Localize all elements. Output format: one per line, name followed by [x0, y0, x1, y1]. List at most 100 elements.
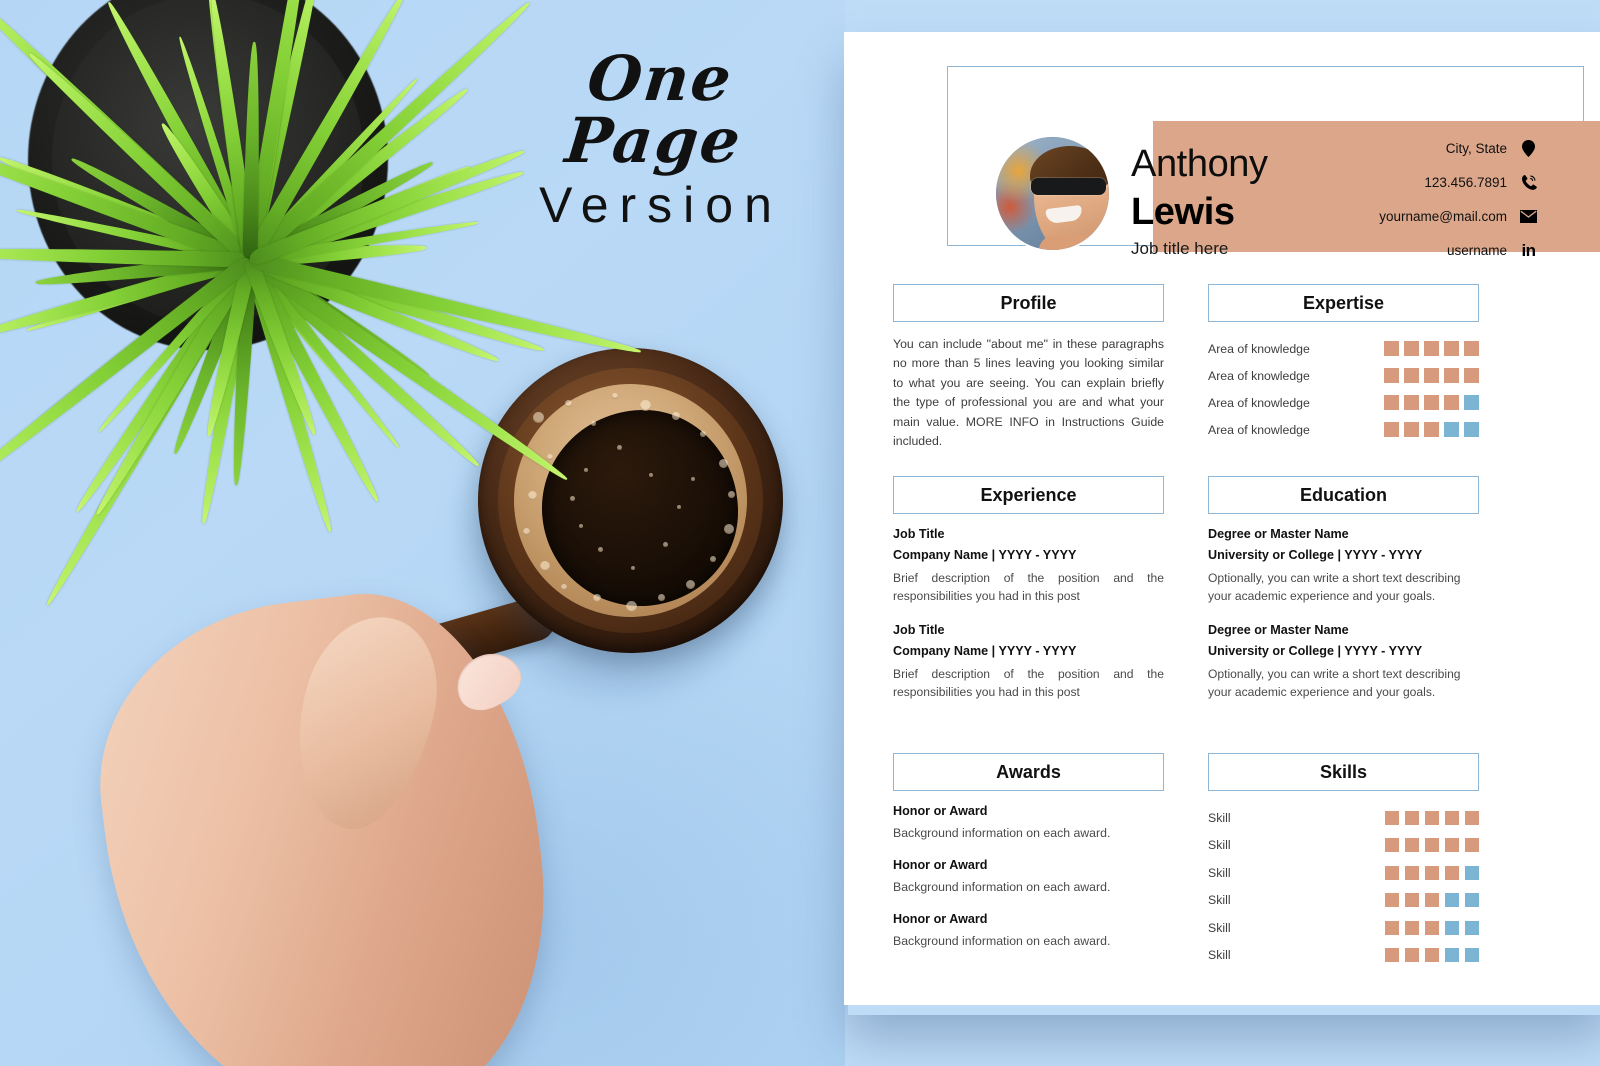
rating-box-filled: [1385, 838, 1399, 853]
rating-box-filled: [1384, 422, 1399, 437]
promo-title-line2: Version: [539, 177, 783, 233]
section-expertise: Expertise Area of knowledge Area of knowl…: [1208, 284, 1479, 443]
rating-box-filled: [1424, 341, 1439, 356]
rating-box-filled: [1444, 341, 1459, 356]
resume-page: Anthony Lewis Job title here City, State…: [844, 32, 1600, 1005]
experience-description: Brief description of the position and th…: [893, 571, 1164, 604]
rating-boxes: [1384, 341, 1479, 356]
contact-email[interactable]: yourname@mail.com: [1237, 199, 1537, 233]
skill-row: Skill: [1208, 887, 1479, 915]
award-title: Honor or Award: [893, 858, 988, 872]
rating-box-empty: [1465, 948, 1479, 963]
award-entry: Honor or Award Background information on…: [893, 858, 1164, 894]
education-description: Optionally, you can write a short text d…: [1208, 571, 1461, 604]
rating-box-empty: [1444, 422, 1459, 437]
expertise-label: Area of knowledge: [1208, 368, 1310, 383]
rating-box-empty: [1464, 395, 1479, 410]
linkedin-icon: in: [1521, 240, 1536, 260]
rating-box-filled: [1445, 865, 1459, 880]
promo-title-line1: One Page: [561, 42, 746, 177]
expertise-heading: Expertise: [1208, 284, 1479, 322]
experience-title: Job Title: [893, 527, 945, 541]
rating-boxes: [1385, 810, 1479, 825]
phone-icon: [1520, 174, 1537, 190]
expertise-row: Area of knowledge: [1208, 335, 1479, 362]
experience-entry: Job Title Company Name | YYYY - YYYY Bri…: [893, 527, 1164, 605]
rating-box-filled: [1465, 810, 1479, 825]
expertise-row: Area of knowledge: [1208, 389, 1479, 416]
rating-box-filled: [1405, 810, 1419, 825]
rating-box-filled: [1444, 395, 1459, 410]
rating-box-filled: [1425, 920, 1439, 935]
contact-phone[interactable]: 123.456.7891: [1237, 165, 1537, 199]
coffee-bubble: [532, 411, 544, 423]
coffee-bubble: [527, 491, 537, 501]
rating-box-filled: [1424, 395, 1439, 410]
contact-linkedin[interactable]: username in: [1237, 233, 1537, 267]
coffee-bubble: [616, 444, 622, 450]
coffee-bubble: [611, 393, 618, 400]
section-education: Education Degree or Master Name Universi…: [1208, 476, 1479, 702]
rating-boxes: [1384, 422, 1479, 437]
rating-box-filled: [1404, 368, 1419, 383]
rating-box-filled: [1404, 395, 1419, 410]
contact-phone-text: 123.456.7891: [1424, 174, 1507, 190]
rating-box-empty: [1445, 948, 1459, 963]
skill-label: Skill: [1208, 893, 1231, 908]
skill-row: Skill: [1208, 804, 1479, 832]
profile-heading: Profile: [893, 284, 1164, 322]
skill-row: Skill: [1208, 942, 1479, 970]
coffee-bubble: [625, 600, 637, 612]
rating-box-empty: [1464, 422, 1479, 437]
rating-box-empty: [1465, 893, 1479, 908]
last-name: Lewis: [1131, 191, 1235, 233]
experience-entry: Job Title Company Name | YYYY - YYYY Bri…: [893, 623, 1164, 701]
job-title: Job title here: [1131, 239, 1229, 258]
coffee-bubble: [723, 523, 734, 534]
rating-box-filled: [1425, 810, 1439, 825]
rating-boxes: [1385, 920, 1479, 935]
contact-location[interactable]: City, State: [1237, 131, 1537, 165]
coffee-liquid: [542, 410, 738, 606]
award-entry: Honor or Award Background information on…: [893, 804, 1164, 840]
rating-box-filled: [1445, 810, 1459, 825]
skill-label: Skill: [1208, 838, 1231, 853]
award-entry: Honor or Award Background information on…: [893, 912, 1164, 948]
rating-box-filled: [1445, 838, 1459, 853]
experience-description: Brief description of the position and th…: [893, 667, 1164, 700]
education-title: Degree or Master Name: [1208, 527, 1349, 541]
envelope-icon: [1520, 209, 1537, 223]
rating-box-filled: [1405, 948, 1419, 963]
skill-label: Skill: [1208, 810, 1231, 825]
rating-box-filled: [1404, 341, 1419, 356]
rating-box-filled: [1385, 865, 1399, 880]
skill-label: Skill: [1208, 920, 1231, 935]
rating-box-filled: [1384, 341, 1399, 356]
skill-label: Skill: [1208, 865, 1231, 880]
rating-box-empty: [1465, 865, 1479, 880]
rating-box-filled: [1444, 368, 1459, 383]
rating-box-filled: [1384, 395, 1399, 410]
decorative-photo-panel: One Page Version: [0, 0, 845, 1066]
expertise-label: Area of knowledge: [1208, 341, 1310, 356]
education-description: Optionally, you can write a short text d…: [1208, 667, 1461, 700]
award-description: Background information on each award.: [893, 826, 1111, 840]
rating-box-filled: [1465, 838, 1479, 853]
education-entry: Degree or Master Name University or Coll…: [1208, 623, 1479, 701]
rating-box-filled: [1405, 838, 1419, 853]
coffee-bubble: [546, 453, 553, 460]
coffee-bubble: [560, 584, 567, 591]
rating-box-filled: [1405, 893, 1419, 908]
education-title: Degree or Master Name: [1208, 623, 1349, 638]
rating-box-filled: [1384, 368, 1399, 383]
coffee-bubble: [539, 561, 550, 572]
profile-text: You can include "about me" in these para…: [893, 337, 1164, 449]
expertise-label: Area of knowledge: [1208, 422, 1310, 437]
award-description: Background information on each award.: [893, 934, 1111, 948]
contact-list: City, State 123.456.7891 yourname@mail.c…: [1237, 131, 1537, 267]
coffee-bubble: [569, 495, 575, 501]
education-entry: Degree or Master Name University or Coll…: [1208, 527, 1479, 605]
avatar: [994, 135, 1111, 252]
award-description: Background information on each award.: [893, 880, 1111, 894]
coffee-cup: [478, 348, 783, 653]
